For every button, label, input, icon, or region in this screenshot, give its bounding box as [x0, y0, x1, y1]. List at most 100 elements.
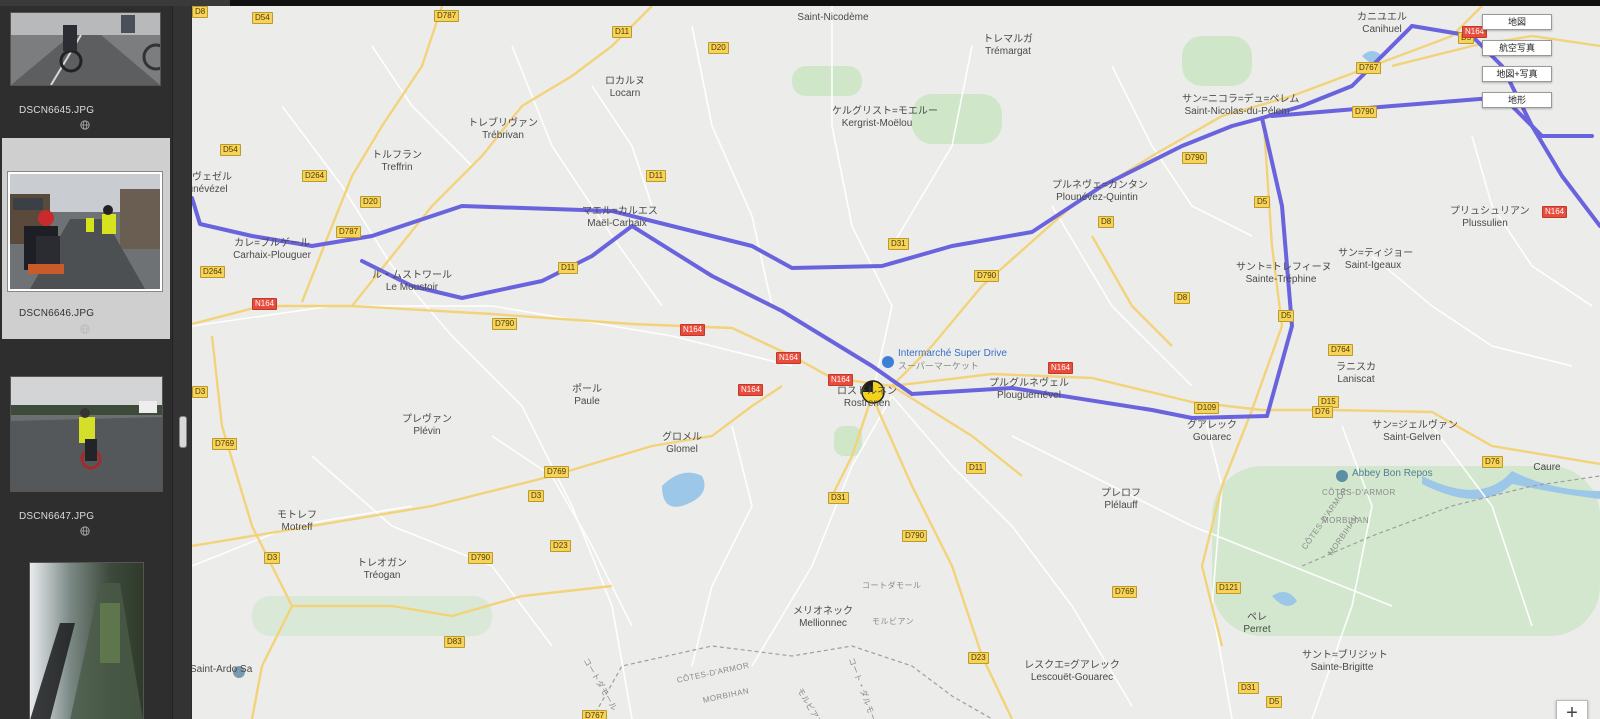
- place-label-fr: Treffrin: [381, 162, 413, 173]
- place-label-fr: Canihuel: [1362, 24, 1402, 35]
- place-label: ポール Paule: [562, 384, 612, 408]
- place-label-fr: Trébrivan: [482, 130, 524, 141]
- place-label: サント=ブリジット Sainte-Brigitte: [1302, 650, 1388, 674]
- shopping-cart-icon[interactable]: [882, 356, 894, 368]
- filmstrip-panel[interactable]: DSCN6645.JPG DSCN6646.JPG DSCN6647.JPG: [0, 6, 172, 719]
- road-shield: D790: [1352, 106, 1378, 118]
- place-label-jp: プリュシュリアン: [1450, 206, 1530, 217]
- road-shield: D790: [492, 318, 518, 330]
- place-label-jp: ポール: [572, 384, 602, 395]
- place-label: ペレ Perret: [1232, 612, 1282, 636]
- place-label-jp: カレ=ブルゲール: [234, 238, 310, 249]
- road-shield: D787: [336, 226, 362, 238]
- road-shield: N164: [776, 352, 802, 364]
- road-shield: D5: [1278, 310, 1295, 322]
- place-label: プレロフ Plélauff: [1096, 488, 1146, 512]
- place-label: ケルグリスト=モエルー Kergrist-Moëlou: [832, 106, 938, 130]
- thumbnail-item[interactable]: DSCN6647.JPG: [2, 376, 170, 546]
- place-label-jp: サン=ジェルヴァン: [1372, 420, 1458, 431]
- place-label: トレブリヴァン Trébrivan: [458, 118, 548, 142]
- road-shield: D5: [1266, 696, 1283, 708]
- road-shield: D264: [200, 266, 226, 278]
- place-label-fr: Saint-Nicodème: [797, 12, 869, 23]
- place-label-jp: トレマルガ: [983, 34, 1033, 45]
- place-label-fr: Plélauff: [1104, 500, 1138, 511]
- place-label-fr: Saint-Gelven: [1383, 432, 1441, 443]
- poi-name: Intermarché Super Drive: [898, 348, 1007, 359]
- road-shield: D11: [612, 26, 633, 38]
- place-label: カレ=ブルゲール Carhaix-Plouguer: [227, 238, 317, 262]
- place-label-fr: Saint-Nicolas-du-Pélem: [1184, 106, 1290, 117]
- road-shield: D5: [1254, 196, 1271, 208]
- road-shield: D769: [1112, 586, 1138, 598]
- thumbnail-image[interactable]: [7, 171, 163, 292]
- place-label-fr: Le Moustoir: [385, 282, 439, 293]
- road-shield: D76: [1312, 406, 1333, 418]
- place-label-fr: Plouguernével: [997, 390, 1061, 401]
- road-shield: D109: [1194, 402, 1220, 414]
- road-shield: N164: [252, 298, 278, 310]
- road-shield: D769: [212, 438, 238, 450]
- place-label-jp: プルネヴェ=カンタン: [1052, 180, 1148, 191]
- place-label-jp: プレヴァン: [402, 414, 452, 425]
- poi-label[interactable]: Intermarché Super Drive スーパーマーケット: [898, 348, 1007, 372]
- place-label-fr: Gouarec: [1192, 432, 1232, 443]
- thumbnail-filename: DSCN6647.JPG: [19, 511, 95, 522]
- road-shield: D23: [550, 540, 571, 552]
- globe-icon[interactable]: [80, 526, 90, 536]
- place-label-jp: ペレ: [1247, 612, 1267, 623]
- place-label: トレオガン Tréogan: [352, 558, 412, 582]
- road-shield: D11: [966, 462, 987, 474]
- map-type-button-satellite[interactable]: 航空写真: [1482, 40, 1552, 56]
- panel-splitter[interactable]: [172, 6, 191, 719]
- thumbnail-item[interactable]: DSCN6645.JPG: [2, 6, 170, 136]
- map-type-button-map[interactable]: 地図: [1482, 14, 1552, 30]
- place-label-jp: モトレフ: [277, 510, 317, 521]
- road-shield: D264: [302, 170, 328, 182]
- road-shield: D769: [544, 466, 570, 478]
- place-label-jp: ロストルネン: [837, 386, 897, 397]
- place-label: サント=トレフィーヌ Sainte-Tréphine: [1236, 262, 1332, 286]
- region-label: CÔTES-D'ARMOR: [1322, 488, 1396, 497]
- thumbnail-image[interactable]: [29, 562, 144, 719]
- zoom-in-button[interactable]: +: [1556, 700, 1588, 719]
- road-shield: D764: [1328, 344, 1354, 356]
- thumbnail-item[interactable]: [2, 562, 170, 719]
- place-label-jp: レスクエ=グアレック: [1024, 660, 1120, 671]
- road-shield: D20: [360, 196, 381, 208]
- thumbnail-item-selected[interactable]: DSCN6646.JPG: [2, 138, 170, 339]
- place-label: プリュシュリアン Plussulien: [1450, 206, 1530, 230]
- map-type-button-terrain[interactable]: 地形: [1482, 92, 1552, 108]
- place-label-jp: ケルグリスト=モエルー: [832, 106, 938, 117]
- place-label-fr: Sainte-Tréphine: [1245, 274, 1317, 285]
- globe-icon[interactable]: [80, 120, 90, 130]
- place-label-jp: マエル=カルエス: [582, 206, 658, 217]
- place-label-fr: Lescouët-Gouarec: [1030, 672, 1114, 683]
- scrollbar-handle[interactable]: [179, 416, 187, 448]
- place-label-fr: Saint-Ardo Sa: [192, 664, 253, 675]
- place-label-fr: Sainte-Brigitte: [1310, 662, 1374, 673]
- place-label-jp: グロメル: [662, 432, 702, 443]
- road-shield: D76: [1482, 456, 1503, 468]
- thumbnail-image[interactable]: [10, 376, 163, 492]
- place-label-fr: Plévin: [413, 426, 441, 437]
- road-shield: N164: [828, 374, 854, 386]
- road-shield: D3: [264, 552, 281, 564]
- road-shield: D787: [434, 10, 460, 22]
- map-type-button-hybrid[interactable]: 地図+写真: [1482, 66, 1552, 82]
- place-label-jp: グアレック: [1187, 420, 1237, 431]
- place-label: Caure: [1522, 462, 1572, 474]
- poi-label[interactable]: Abbey Bon Repos: [1352, 468, 1433, 480]
- place-label: サン=ジェルヴァン Saint-Gelven: [1372, 420, 1458, 444]
- place-label-fr: Carhaix-Plouguer: [233, 250, 311, 261]
- thumbnail-filename: DSCN6645.JPG: [19, 105, 95, 116]
- place-label-fr: Lounévézel: [192, 184, 228, 195]
- place-label-jp: ラニスカ: [1336, 362, 1376, 373]
- place-label-jp: ルネヴェゼル: [192, 172, 232, 183]
- road-shield: D83: [444, 636, 465, 648]
- road-shield: D54: [252, 12, 273, 24]
- monument-icon[interactable]: [1336, 470, 1348, 482]
- globe-icon[interactable]: [80, 324, 90, 334]
- thumbnail-image[interactable]: [10, 12, 161, 86]
- map-view[interactable]: ルネヴェゼルLounévézel カレ=ブルゲールCarhaix-Plouguer…: [192, 6, 1600, 719]
